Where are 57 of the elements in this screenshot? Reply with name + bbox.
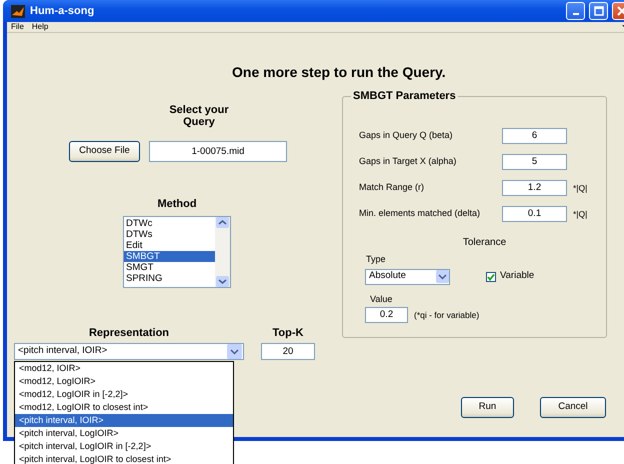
file-name-field[interactable]: 1-00075.mid (149, 141, 287, 162)
variable-label: Variable (500, 269, 534, 284)
variable-checkbox[interactable] (486, 272, 496, 282)
tolerance-label: Tolerance (462, 236, 508, 250)
app-icon (11, 4, 25, 18)
parameter-label: Min. elements matched (delta) (359, 207, 482, 220)
type-dropdown[interactable]: Absolute (365, 268, 450, 284)
list-item[interactable]: SMBGT (124, 251, 215, 262)
value-label: Value (370, 292, 394, 306)
parameter-field[interactable]: 5 (502, 154, 567, 170)
scroll-up-icon[interactable] (216, 217, 229, 228)
parameter-label: Gaps in Target X (alpha) (359, 155, 458, 168)
scroll-down-icon[interactable] (216, 276, 229, 287)
dropdown-option[interactable]: <mod12, IOIR> (15, 362, 233, 375)
query-label: Select your Query (168, 104, 230, 128)
close-icon (616, 6, 624, 16)
representation-label: Representation (88, 327, 170, 339)
value-note: (*qi - for variable) (414, 308, 480, 322)
tolerance-value-field[interactable]: 0.2 (365, 307, 408, 323)
run-button[interactable]: Run (461, 397, 514, 418)
maximize-icon (594, 6, 604, 16)
dropdown-option[interactable]: <pitch interval, LogIOIR to closest int> (15, 453, 233, 464)
cancel-button[interactable]: Cancel (540, 397, 606, 418)
parameter-label: Gaps in Query Q (beta) (359, 129, 454, 142)
list-item[interactable]: DTWs (124, 229, 215, 240)
minimize-button[interactable] (566, 2, 585, 20)
list-item[interactable]: SPRING (124, 273, 215, 284)
dropdown-value: Absolute (369, 269, 406, 284)
list-item[interactable]: DTWc (124, 218, 215, 229)
dropdown-arrow-icon[interactable] (227, 344, 242, 359)
dropdown-option[interactable]: <pitch interval, LogIOIR> (15, 427, 233, 440)
top-k-field[interactable]: 20 (261, 343, 315, 360)
method-label: Method (156, 198, 198, 210)
dropdown-option[interactable]: <mod12, LogIOIR in [-2,2]> (15, 388, 233, 401)
type-label: Type (366, 253, 387, 266)
dropdown-value: <pitch interval, IOIR> (18, 344, 108, 358)
parameter-field[interactable]: 1.2 (502, 180, 567, 196)
unit-label: *|Q| (573, 182, 588, 194)
representation-dropdown[interactable]: <pitch interval, IOIR> (14, 343, 244, 360)
choose-file-button[interactable]: Choose File (69, 141, 140, 162)
dropdown-option[interactable]: <pitch interval, LogIOIR in [-2,2]> (15, 440, 233, 453)
list-item[interactable]: Edit (124, 240, 215, 251)
window-title: Hum-a-song (30, 4, 94, 19)
menu-item[interactable]: File (7, 22, 28, 32)
unit-label: *|Q| (573, 208, 588, 220)
top-k-label: Top-K (272, 327, 304, 339)
page-heading: One more step to run the Query. (232, 63, 447, 82)
dropdown-option[interactable]: <pitch interval, IOIR> (15, 414, 233, 427)
method-listbox[interactable]: DTWc DTWs Edit SMBGT SMGT SPRING (123, 216, 231, 288)
dropdown-option[interactable]: <mod12, LogIOIR> (15, 375, 233, 388)
parameter-label: Match Range (r) (359, 181, 426, 194)
parameter-field[interactable]: 0.1 (502, 206, 567, 222)
list-item[interactable]: SMGT (124, 262, 215, 273)
dropdown-option[interactable]: <mod12, LogIOIR to closest int> (15, 401, 233, 414)
maximize-button[interactable] (589, 2, 608, 20)
menu-item[interactable]: Help (28, 22, 52, 32)
parameter-field[interactable]: 6 (502, 128, 567, 144)
